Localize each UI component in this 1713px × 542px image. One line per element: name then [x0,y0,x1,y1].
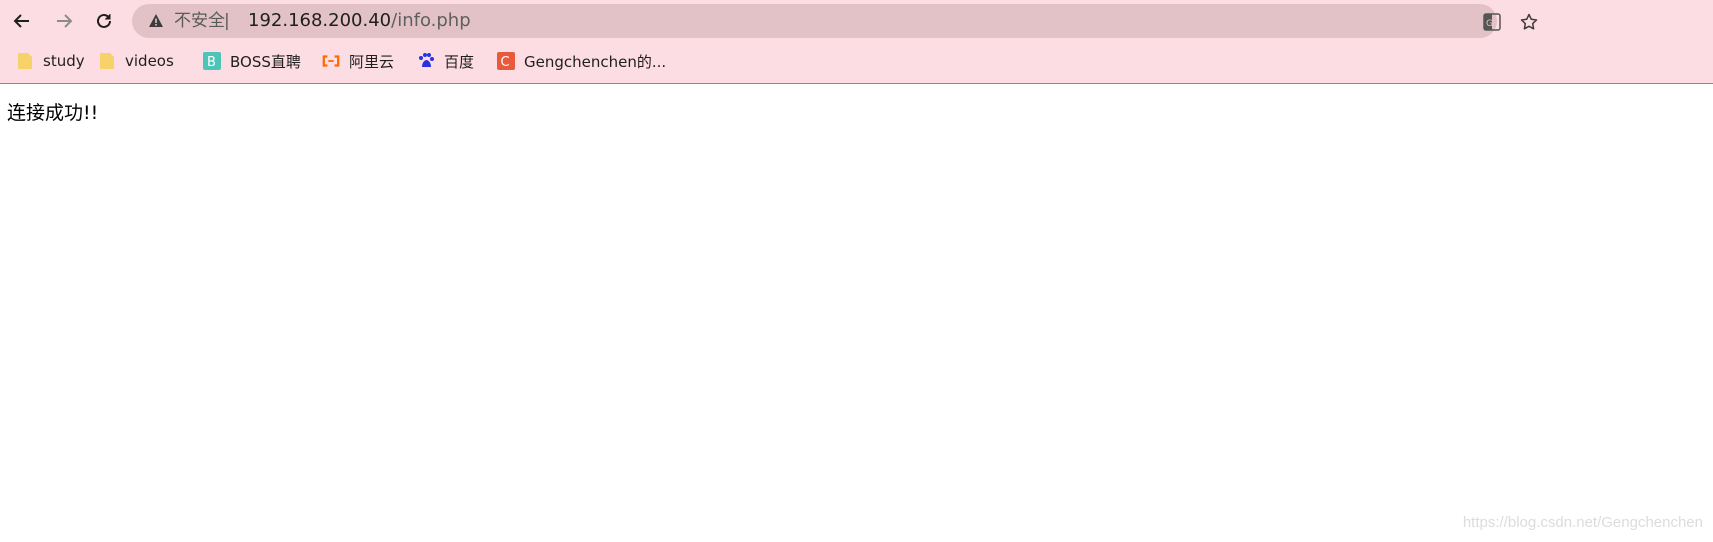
back-arrow-icon [13,14,29,28]
page-message: 连接成功!! [7,102,99,124]
address-bar[interactable]: 不安全 | 192.168.200.40/info.php G [132,4,1538,38]
url-text[interactable]: 192.168.200.40/info.php [248,4,471,38]
bookmark-boss[interactable]: B BOSS直聘 [203,44,301,78]
back-button[interactable] [6,6,38,36]
folder-icon [98,52,116,70]
forward-button[interactable] [48,6,80,36]
csdn-icon: C [497,52,515,70]
bookmarks-bar: study videos B BOSS直聘 阿里云 百度 C Gengchenc… [0,44,1713,78]
bookmark-label: Gengchenchen的... [524,52,667,71]
browser-toolbar: 不安全 | 192.168.200.40/info.php G study vi… [0,0,1713,84]
svg-text:C: C [501,55,510,70]
warning-icon[interactable] [148,13,164,33]
baidu-icon [417,52,435,70]
bookmark-label: study [43,52,85,70]
forward-arrow-icon [57,14,73,28]
star-icon[interactable] [1520,13,1538,35]
url-host: 192.168.200.40 [248,10,392,31]
security-label[interactable]: 不安全 [174,4,225,38]
bookmark-label: BOSS直聘 [230,52,301,71]
bookmark-label: videos [125,52,174,70]
bookmark-baidu[interactable]: 百度 [417,44,474,78]
bookmark-csdn[interactable]: C Gengchenchen的... [497,44,666,78]
url-separator: | [224,11,230,31]
translate-icon[interactable]: G [1483,13,1501,35]
url-path: /info.php [391,10,471,31]
boss-icon: B [203,52,221,70]
watermark: https://blog.csdn.net/Gengchenchen [1462,514,1703,531]
aliyun-icon [322,52,340,70]
bookmark-label: 百度 [444,52,475,71]
svg-text:B: B [207,55,216,70]
bookmark-study[interactable]: study [16,44,85,78]
bookmark-videos[interactable]: videos [98,44,174,78]
reload-button[interactable] [88,6,120,36]
bookmark-label: 阿里云 [349,52,395,71]
svg-text:G: G [1486,19,1493,29]
folder-icon [16,52,34,70]
reload-icon [97,13,111,28]
bookmark-aliyun[interactable]: 阿里云 [322,44,394,78]
